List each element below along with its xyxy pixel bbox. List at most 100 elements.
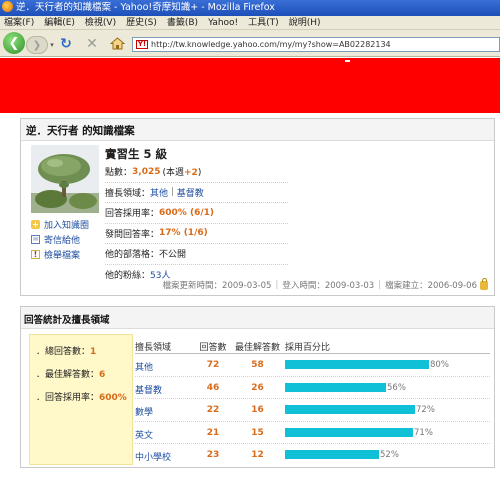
answer-rate-value: 600% (6/1)	[159, 207, 214, 218]
field-link[interactable]: 英文	[135, 428, 153, 441]
home-button[interactable]	[108, 34, 126, 53]
adoption-bar	[285, 405, 415, 414]
total-answers-label: ．總回答數：	[36, 347, 91, 357]
answer-stats-title: 回答統計及擅長領域	[24, 315, 110, 326]
adoption-bar	[285, 450, 379, 459]
best-answers-value: 6	[99, 370, 106, 380]
points-row: 點數： 3,025 (本週+2)	[105, 162, 288, 183]
profile-title: 逆．天行者 的知識檔案	[26, 125, 135, 137]
adoption-bar	[285, 427, 413, 437]
firefox-icon	[2, 1, 13, 12]
chevron-down-icon: ▾	[50, 41, 54, 49]
blog-label: 他的部落格：	[105, 250, 160, 261]
field-link[interactable]: 其他	[135, 360, 153, 373]
adoption-bar	[285, 382, 386, 392]
menu-bookmarks[interactable]: 書籤(B)	[163, 16, 204, 30]
menu-history[interactable]: 歷史(S)	[122, 16, 163, 30]
ad-banner[interactable]	[0, 58, 500, 113]
table-row: 中小學校 23 12 52%	[135, 444, 490, 467]
stop-button[interactable]: ✕	[84, 34, 100, 53]
header-field: 擅長領域	[135, 343, 172, 353]
question-rate-value: 17% (1/6)	[159, 228, 208, 239]
report-profile-label: 檢舉檔案	[44, 251, 81, 261]
menu-edit[interactable]: 編輯(E)	[40, 16, 81, 30]
header-answers: 回答數	[199, 343, 227, 353]
blog-value: 不公開	[159, 250, 187, 261]
answer-rate-summary-label: ．回答採用率：	[36, 393, 100, 403]
best-count: 12	[251, 450, 264, 460]
expertise-link-other[interactable]: 其他	[150, 186, 168, 199]
expertise-row: 擅長領域： 其他 | 基督教	[105, 183, 288, 203]
total-answers-value: 1	[90, 347, 97, 357]
expertise-link-christianity[interactable]: 基督教	[177, 186, 204, 199]
updated-time: 檔案更新時間：2009-03-05	[162, 281, 272, 291]
yahoo-favicon: Y!	[136, 40, 148, 49]
plus-icon: +	[31, 220, 40, 229]
adoption-percent: 56%	[387, 382, 406, 393]
best-count: 15	[251, 427, 264, 438]
profile-timestamps: 檔案更新時間：2009-03-05 | 登入時間：2009-03-03 | 檔案…	[162, 277, 488, 291]
expertise-separator: |	[168, 187, 177, 198]
points-label: 點數：	[105, 168, 133, 179]
back-button[interactable]: ❮	[3, 32, 25, 54]
send-mail-label: 寄信給他	[44, 236, 81, 246]
answer-summary: ．總回答數：1 ．最佳解答數：6 ．回答採用率：600%	[29, 334, 133, 465]
menu-view[interactable]: 檢視(V)	[81, 16, 122, 30]
best-count: 26	[251, 382, 264, 393]
profile-panel: 逆．天行者 的知識檔案 + 加入知識圈 ✉ 寄信給他 ! 檢舉檔案 實習生 5 級 點…	[20, 118, 495, 296]
answer-rate-label: 回答採用率：	[105, 209, 160, 220]
field-link[interactable]: 基督教	[135, 383, 162, 396]
address-bar[interactable]: Y! http://tw.knowledge.yahoo.com/my/my?sh…	[132, 37, 500, 52]
table-header: 擅長領域 回答數 最佳解答數 採用百分比	[135, 334, 490, 354]
question-rate-row: 發問回答率： 17% (1/6)	[105, 224, 288, 244]
answers-count: 72	[206, 360, 220, 370]
answers-count: 23	[206, 450, 220, 460]
adoption-percent: 52%	[380, 450, 399, 460]
reload-button[interactable]: ↻	[58, 34, 74, 53]
login-time: 登入時間：2009-03-03	[282, 281, 375, 291]
total-answers-row: ．總回答數：1	[36, 344, 96, 357]
adoption-percent: 71%	[414, 427, 433, 438]
home-icon	[109, 37, 125, 50]
points-week: (本週+2)	[162, 165, 201, 178]
answers-count: 22	[206, 405, 220, 415]
field-link[interactable]: 中小學校	[135, 450, 171, 463]
menu-tools[interactable]: 工具(T)	[244, 16, 285, 30]
expertise-label: 擅長領域：	[105, 188, 151, 199]
answer-rate-row: 回答採用率： 600% (6/1)	[105, 203, 288, 224]
stop-icon: ✕	[86, 35, 98, 52]
forward-button[interactable]: ❯	[26, 36, 48, 54]
profile-actions: + 加入知識圈 ✉ 寄信給他 ! 檢舉檔案	[31, 217, 89, 262]
reload-icon: ↻	[60, 35, 72, 52]
best-answers-row: ．最佳解答數：6	[36, 367, 105, 380]
envelope-icon: ✉	[31, 235, 40, 244]
answer-rate-summary-row: ．回答採用率：600%	[36, 390, 127, 403]
lock-icon	[480, 277, 488, 290]
menu-help[interactable]: 說明(H)	[285, 16, 327, 30]
user-rank: 實習生 5 級	[105, 147, 168, 161]
points-value: 3,025	[132, 166, 161, 177]
exclamation-icon: !	[31, 250, 40, 259]
history-dropdown-button[interactable]: ▾	[48, 40, 56, 50]
join-circle-label: 加入知識圈	[44, 221, 90, 231]
table-row: 數學 22 16 72%	[135, 399, 490, 422]
table-row: 其他 72 58 80%	[135, 354, 490, 377]
forward-arrow-icon: ❯	[32, 39, 42, 51]
window-title: 逆．天行者的知識檔案 - Yahoo!奇摩知識+ - Mozilla Firef…	[16, 2, 275, 13]
menu-yahoo[interactable]: Yahoo!	[204, 16, 244, 30]
adoption-percent: 80%	[430, 360, 449, 370]
table-row: 英文 21 15 71%	[135, 422, 490, 444]
profile-stats: 點數： 3,025 (本週+2) 擅長領域： 其他 | 基督教 回答採用率： 6…	[105, 162, 288, 285]
menu-file[interactable]: 檔案(F)	[0, 16, 40, 30]
adoption-percent: 72%	[416, 405, 435, 415]
send-mail-link[interactable]: ✉ 寄信給他	[31, 232, 89, 247]
join-circle-link[interactable]: + 加入知識圈	[31, 217, 89, 232]
report-profile-link[interactable]: ! 檢舉檔案	[31, 247, 89, 262]
menu-bar: 檔案(F) 編輯(E) 檢視(V) 歷史(S) 書籤(B) Yahoo! 工具(T) 說明(H…	[0, 16, 500, 30]
back-arrow-icon: ❮	[8, 35, 20, 51]
question-rate-label: 發問回答率：	[105, 229, 160, 240]
blog-row: 他的部落格： 不公開	[105, 244, 288, 265]
answer-rate-summary-value: 600%	[99, 393, 127, 403]
header-rate: 採用百分比	[285, 343, 331, 353]
field-link[interactable]: 數學	[135, 405, 153, 418]
